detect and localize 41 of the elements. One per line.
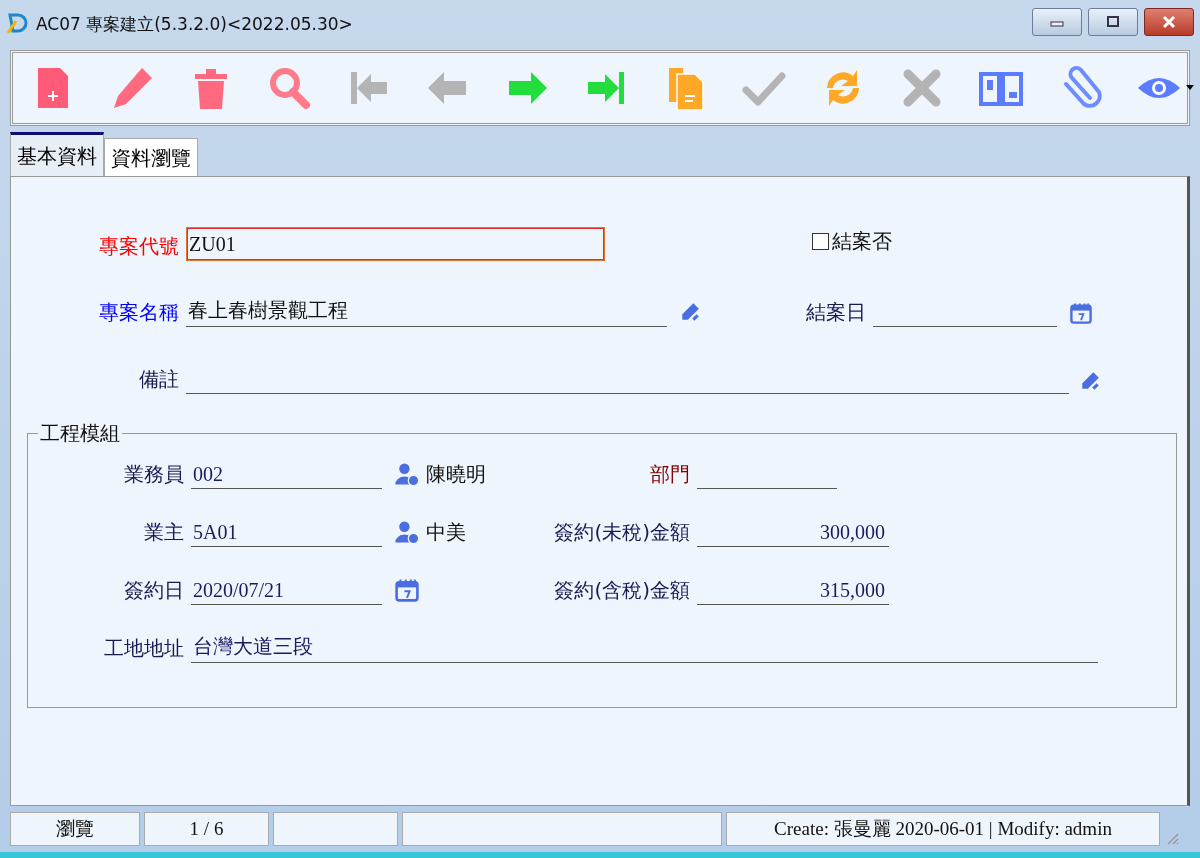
checkbox[interactable] [812, 232, 829, 250]
closed-checkbox[interactable]: 結案否 [812, 227, 892, 255]
audit-info: Create: 張曼麗 2020-06-01 | Modify: admin [726, 812, 1160, 846]
record-counter: 1 / 6 [144, 812, 269, 846]
name-text: 中美 [426, 519, 467, 546]
group-title: 工程模組 [39, 420, 121, 447]
field-label: 專案名稱 [98, 299, 180, 326]
input-field[interactable]: 300,000 [697, 517, 889, 547]
date-field[interactable]: 2020/07/21 [191, 575, 382, 605]
field-label: 專案代號 [98, 233, 180, 260]
field-label: 部門 [649, 461, 691, 488]
maximize-button[interactable] [1088, 8, 1138, 36]
field-label: 工地地址 [103, 635, 185, 662]
minimize-button[interactable] [1032, 8, 1082, 36]
field-label: 結案日 [805, 299, 867, 326]
person-icon[interactable] [394, 519, 420, 545]
checkbox-label: 結案否 [832, 227, 892, 255]
status-mode: 瀏覽 [10, 812, 140, 846]
field-label: 簽約日 [123, 577, 185, 604]
tab[interactable]: 基本資料 [10, 132, 104, 176]
edit-icon[interactable] [1079, 370, 1101, 392]
field-label: 簽約(含稅)金額 [553, 577, 691, 604]
tab[interactable]: 資料瀏覽 [104, 138, 198, 176]
input-field[interactable]: 002 [191, 459, 382, 489]
calendar-icon[interactable] [1069, 301, 1093, 325]
window-title: AC07 專案建立(5.3.2.0)<2022.05.30> [36, 12, 354, 36]
person-icon[interactable] [394, 461, 420, 487]
name-text: 陳曉明 [426, 461, 487, 488]
input-field[interactable]: ZU01 [186, 227, 605, 261]
input-field[interactable]: 315,000 [697, 575, 889, 605]
close-button[interactable] [1144, 8, 1194, 36]
input-field[interactable]: 台灣大道三段 [191, 633, 1098, 663]
calendar-icon[interactable] [394, 577, 420, 603]
field-label: 簽約(未稅)金額 [553, 519, 691, 546]
input-field[interactable]: 春上春樹景觀工程 [186, 297, 667, 327]
app-logo-icon [6, 12, 30, 36]
field-label: 業務員 [123, 461, 185, 488]
input-field[interactable]: 5A01 [191, 517, 382, 547]
field-label: 備註 [138, 366, 180, 393]
field-label: 業主 [143, 519, 185, 546]
edit-icon[interactable] [679, 301, 701, 323]
